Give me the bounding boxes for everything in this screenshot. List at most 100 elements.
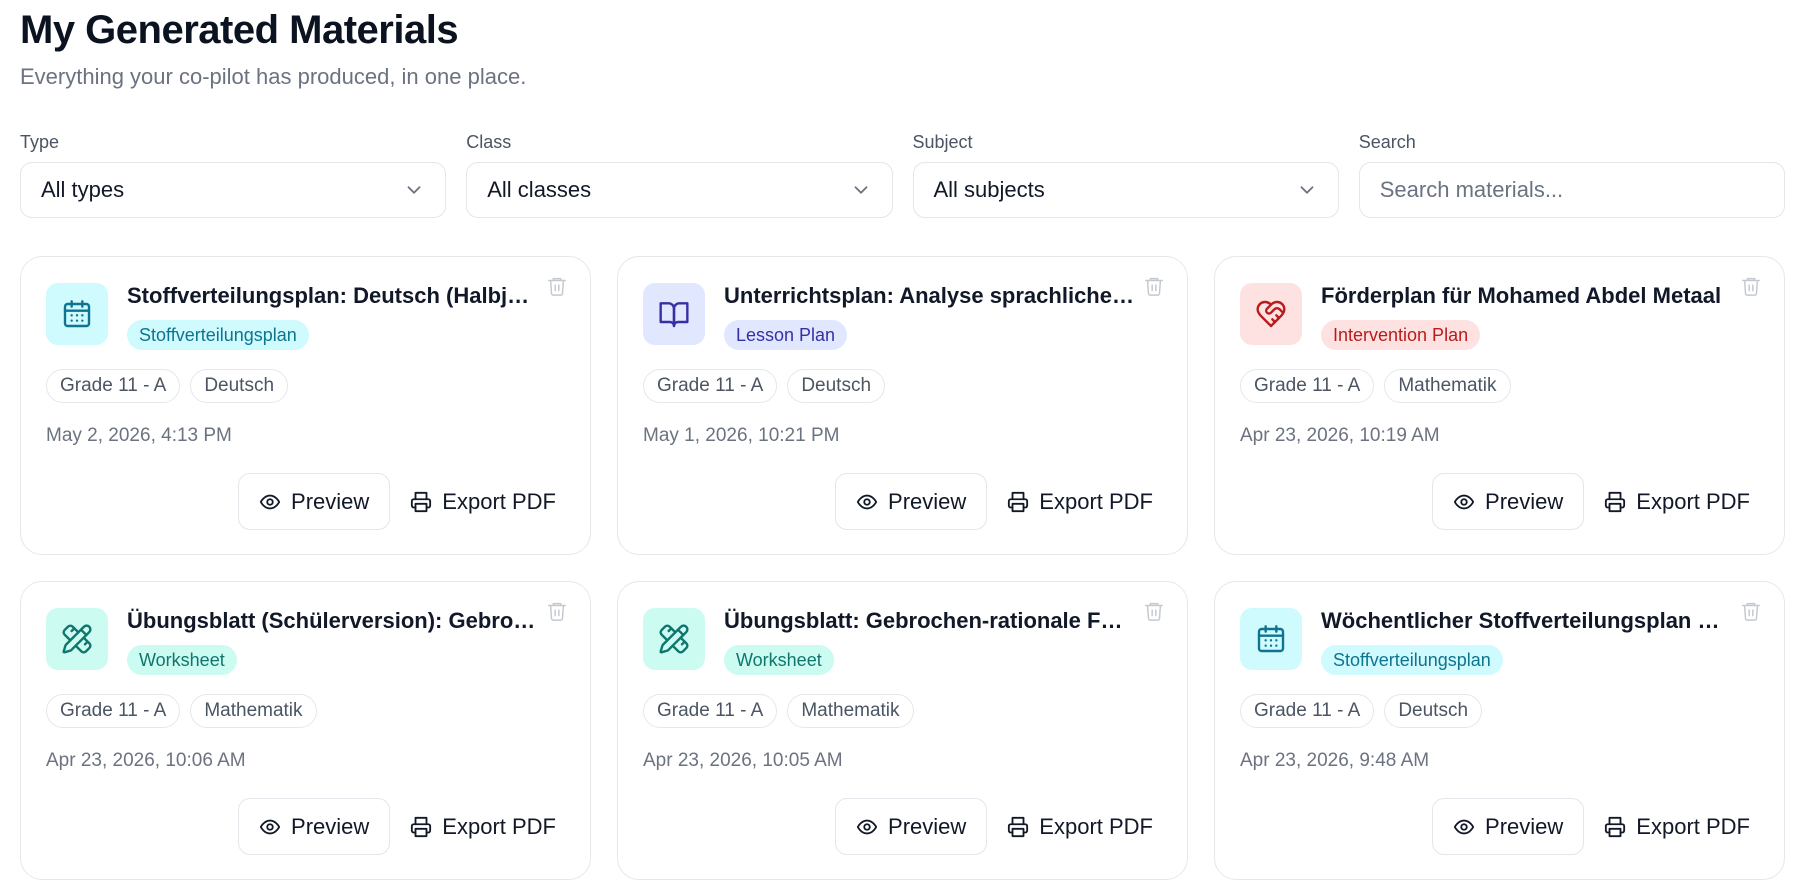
material-card: Stoffverteilungsplan: Deutsch (Halbjahr)… (20, 256, 591, 555)
subject-tag: Mathematik (190, 694, 317, 728)
calendar-icon (1240, 608, 1302, 670)
export-pdf-button[interactable]: Export PDF (1594, 798, 1762, 855)
material-title[interactable]: Unterrichtsplan: Analyse sprachlicher Mi… (724, 283, 1134, 309)
preview-label: Preview (291, 488, 370, 514)
trash-icon[interactable] (1143, 275, 1169, 301)
preview-button[interactable]: Preview (835, 798, 988, 855)
grade-tag: Grade 11 - A (643, 694, 778, 728)
material-title[interactable]: Übungsblatt: Gebrochen-rationale Funktio… (724, 608, 1134, 634)
preview-button[interactable]: Preview (1432, 798, 1585, 855)
tag-list: Grade 11 - A Deutsch (643, 369, 886, 403)
material-card: Wöchentlicher Stoffverteilungsplan Deuts… (1214, 581, 1785, 880)
class-select[interactable]: All classes (466, 162, 893, 218)
material-card: Übungsblatt: Gebrochen-rationale Funktio… (617, 581, 1188, 880)
preview-label: Preview (1485, 488, 1564, 514)
tag-list: Grade 11 - A Deutsch (46, 369, 289, 403)
material-title[interactable]: Stoffverteilungsplan: Deutsch (Halbjahr) (127, 283, 537, 309)
subject-filter-label: Subject (912, 132, 973, 152)
tag-list: Grade 11 - A Mathematik (643, 694, 914, 728)
search-filter-label: Search (1358, 132, 1416, 152)
export-pdf-button[interactable]: Export PDF (1594, 473, 1762, 530)
pencil-ruler-icon (643, 608, 705, 670)
type-filter: Type All types (20, 132, 447, 218)
chevron-down-icon (403, 179, 425, 201)
calendar-icon (46, 283, 108, 345)
eye-icon (259, 816, 281, 838)
trash-icon[interactable] (1740, 275, 1766, 301)
preview-button[interactable]: Preview (238, 798, 391, 855)
export-label: Export PDF (1039, 488, 1153, 514)
preview-button[interactable]: Preview (1432, 473, 1585, 530)
grade-tag: Grade 11 - A (46, 369, 181, 403)
eye-icon (856, 491, 878, 513)
page-title: My Generated Materials (20, 8, 459, 52)
created-date: May 2, 2026, 4:13 PM (46, 425, 232, 446)
eye-icon (1453, 816, 1475, 838)
subject-select[interactable]: All subjects (912, 162, 1339, 218)
material-card: Übungsblatt (Schülerversion): Gebrochen-… (20, 581, 591, 880)
material-title[interactable]: Übungsblatt (Schülerversion): Gebrochen-… (127, 608, 537, 634)
subject-tag: Deutsch (787, 369, 886, 403)
grade-tag: Grade 11 - A (1240, 369, 1375, 403)
created-date: May 1, 2026, 10:21 PM (643, 425, 840, 446)
created-date: Apr 23, 2026, 10:19 AM (1240, 425, 1440, 446)
page-subtitle: Everything your co-pilot has produced, i… (20, 64, 527, 89)
heart-handshake-icon (1240, 283, 1302, 345)
type-select[interactable]: All types (20, 162, 447, 218)
filter-bar: Type All types Class All classes Subject… (20, 132, 1785, 218)
card-actions: Preview Export PDF (1432, 798, 1762, 855)
type-filter-label: Type (20, 132, 60, 152)
preview-button[interactable]: Preview (238, 473, 391, 530)
export-pdf-button[interactable]: Export PDF (400, 473, 568, 530)
printer-icon (410, 816, 432, 838)
class-select-value: All classes (487, 177, 592, 202)
card-actions: Preview Export PDF (835, 473, 1165, 530)
created-date: Apr 23, 2026, 10:05 AM (643, 750, 843, 771)
export-label: Export PDF (442, 813, 556, 839)
grade-tag: Grade 11 - A (46, 694, 181, 728)
type-badge: Lesson Plan (724, 320, 848, 350)
type-badge: Stoffverteilungsplan (127, 320, 309, 350)
type-badge: Intervention Plan (1321, 320, 1481, 350)
class-filter: Class All classes (466, 132, 893, 218)
materials-grid: Stoffverteilungsplan: Deutsch (Halbjahr)… (20, 256, 1785, 880)
export-label: Export PDF (1636, 488, 1750, 514)
type-badge: Worksheet (724, 645, 834, 675)
type-badge: Worksheet (127, 645, 237, 675)
card-actions: Preview Export PDF (238, 798, 568, 855)
preview-button[interactable]: Preview (835, 473, 988, 530)
tag-list: Grade 11 - A Deutsch (1240, 694, 1483, 728)
export-pdf-button[interactable]: Export PDF (997, 798, 1165, 855)
type-select-value: All types (41, 177, 125, 202)
trash-icon[interactable] (546, 275, 572, 301)
chevron-down-icon (850, 179, 872, 201)
export-label: Export PDF (442, 488, 556, 514)
eye-icon (1453, 491, 1475, 513)
pencil-ruler-icon (46, 608, 108, 670)
printer-icon (1007, 816, 1029, 838)
printer-icon (1604, 816, 1626, 838)
material-title[interactable]: Wöchentlicher Stoffverteilungsplan Deuts… (1321, 608, 1731, 634)
preview-label: Preview (291, 813, 370, 839)
grade-tag: Grade 11 - A (643, 369, 778, 403)
trash-icon[interactable] (1143, 600, 1169, 626)
created-date: Apr 23, 2026, 9:48 AM (1240, 750, 1430, 771)
grade-tag: Grade 11 - A (1240, 694, 1375, 728)
search-input[interactable]: Search materials... (1358, 162, 1785, 218)
export-pdf-button[interactable]: Export PDF (997, 473, 1165, 530)
printer-icon (410, 491, 432, 513)
book-open-icon (643, 283, 705, 345)
printer-icon (1604, 491, 1626, 513)
printer-icon (1007, 491, 1029, 513)
eye-icon (856, 816, 878, 838)
created-date: Apr 23, 2026, 10:06 AM (46, 750, 246, 771)
material-title[interactable]: Förderplan für Mohamed Abdel Metaal (1321, 283, 1731, 309)
subject-filter: Subject All subjects (912, 132, 1339, 218)
trash-icon[interactable] (546, 600, 572, 626)
export-pdf-button[interactable]: Export PDF (400, 798, 568, 855)
subject-tag: Deutsch (190, 369, 289, 403)
chevron-down-icon (1296, 179, 1318, 201)
trash-icon[interactable] (1740, 600, 1766, 626)
preview-label: Preview (1485, 813, 1564, 839)
export-label: Export PDF (1636, 813, 1750, 839)
